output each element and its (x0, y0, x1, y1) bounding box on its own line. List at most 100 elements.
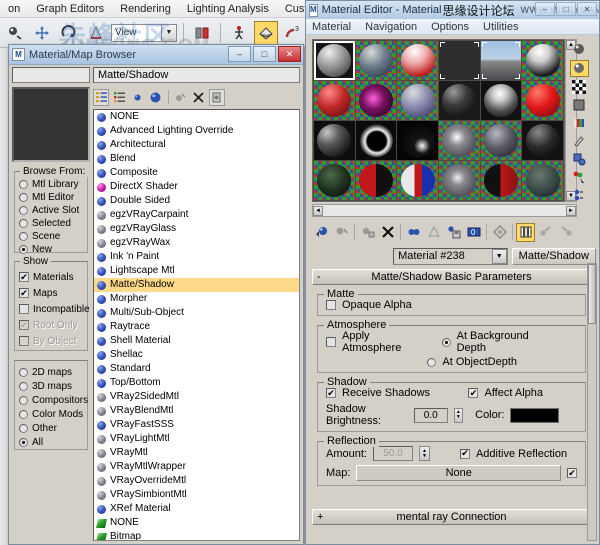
maximize-button[interactable]: □ (556, 2, 576, 16)
menu-item-options[interactable]: Options (431, 21, 469, 33)
large-icons-icon[interactable] (147, 89, 163, 106)
browse-from-option-active-slot[interactable]: Active Slot (15, 204, 87, 217)
list-item[interactable]: Double Sided (94, 194, 299, 208)
sample-slot[interactable] (355, 41, 397, 80)
browser-title-bar[interactable]: M Material/Map Browser – □ ✕ (9, 45, 303, 65)
show-end-result-icon[interactable] (516, 222, 535, 242)
assign-material-to-selection-icon[interactable] (358, 223, 377, 242)
video-color-check-icon[interactable] (570, 115, 589, 131)
browse-from-option-selected[interactable]: Selected (15, 217, 87, 230)
select-and-manipulate-icon[interactable] (227, 21, 251, 45)
update-scene-materials-icon[interactable] (173, 89, 189, 106)
show-check-incompatible[interactable]: Incompatible (15, 301, 90, 317)
browser-selected-name-field[interactable]: Matte/Shadow (93, 67, 300, 83)
checkbox-icon[interactable]: ✔ (326, 388, 336, 398)
list-item[interactable]: Lightscape Mtl (94, 264, 299, 278)
rollout-header[interactable]: - Matte/Shadow Basic Parameters (312, 269, 591, 285)
sample-slot[interactable] (439, 121, 480, 160)
list-item[interactable]: egzVRayCarpaint (94, 208, 299, 222)
menu-item-material[interactable]: Material (312, 21, 351, 33)
angle-snap-icon[interactable]: 3 (281, 21, 305, 45)
small-icons-icon[interactable] (129, 89, 145, 106)
go-to-parent-icon[interactable] (536, 223, 555, 242)
browse-from-option-scene[interactable]: Scene (15, 230, 87, 243)
sample-slot[interactable] (355, 121, 397, 160)
sample-slot[interactable] (439, 41, 480, 80)
list-item[interactable]: NONE (94, 516, 299, 530)
radio-icon[interactable] (427, 357, 437, 367)
select-and-move-icon[interactable] (30, 21, 54, 45)
sample-slot[interactable] (397, 41, 438, 80)
list-item[interactable]: NONE (94, 110, 299, 124)
list-item[interactable]: Standard (94, 362, 299, 376)
menu-item-rendering[interactable]: Rendering (112, 0, 179, 17)
list-view-icon[interactable] (93, 88, 110, 106)
shadow-brightness-input[interactable]: 0.0 (413, 407, 448, 423)
close-button[interactable]: ✕ (577, 2, 597, 16)
radio-icon[interactable] (19, 245, 28, 254)
material-name-combo[interactable]: Material #238 ▼ (393, 247, 508, 265)
list-item[interactable]: VRayLightMtl (94, 432, 299, 446)
map-filter-other[interactable]: Other (15, 421, 87, 435)
material-map-list[interactable]: NONE Advanced Lighting Override Architectu… (93, 109, 300, 541)
scroll-left-icon[interactable]: ◄ (313, 205, 323, 216)
chevron-down-icon[interactable]: ▼ (491, 248, 507, 264)
list-item[interactable]: Bitmap (94, 530, 299, 540)
sample-slot-grid[interactable] (312, 39, 565, 202)
editor-title-bar[interactable]: M Material Editor - Material 思缘设计论坛 WWW.… (306, 1, 599, 19)
menu-item-lighting-analysis[interactable]: Lighting Analysis (179, 0, 277, 17)
checkbox-icon[interactable]: ✔ (468, 388, 479, 398)
put-to-library-icon[interactable] (444, 223, 463, 242)
browser-search-input[interactable] (12, 67, 90, 83)
list-item[interactable]: VRayFastSSS (94, 418, 299, 432)
make-material-copy-icon[interactable] (404, 223, 423, 242)
material-type-button[interactable]: Matte/Shadow (511, 247, 596, 265)
map-filter-all[interactable]: All (15, 435, 87, 449)
close-button[interactable]: ✕ (278, 46, 301, 62)
sample-slot[interactable] (314, 161, 355, 200)
rollout-toggle-icon[interactable]: - (317, 271, 321, 283)
sample-slot[interactable] (355, 81, 397, 120)
list-item[interactable]: Ink 'n Paint (94, 250, 299, 264)
sample-uv-tiling-icon[interactable] (570, 97, 589, 113)
sample-slot[interactable] (439, 161, 480, 200)
editor-params-scrollbar[interactable] (587, 263, 597, 541)
list-item[interactable]: VRayBlendMtl (94, 404, 299, 418)
sample-slot[interactable] (522, 121, 563, 160)
reset-map-mtl-icon[interactable] (378, 223, 397, 242)
sample-slot[interactable] (480, 161, 522, 200)
sample-slot[interactable] (480, 121, 522, 160)
list-item[interactable]: Architectural (94, 138, 299, 152)
list-item[interactable]: Raytrace (94, 320, 299, 334)
list-item[interactable]: VRaySimbiontMtl (94, 488, 299, 502)
scrollbar-thumb[interactable] (588, 264, 596, 324)
radio-icon[interactable] (19, 409, 28, 419)
radio-icon[interactable] (19, 367, 28, 377)
select-and-rotate-icon[interactable] (57, 21, 81, 45)
radio-icon[interactable] (19, 219, 28, 228)
map-filter-compositors[interactable]: Compositors (15, 393, 88, 407)
radio-icon[interactable] (19, 395, 28, 405)
chevron-down-icon[interactable]: ▼ (161, 24, 176, 41)
spinner-stepper[interactable]: ▲ ▼ (418, 446, 430, 461)
menu-item-navigation[interactable]: Navigation (365, 21, 417, 33)
undo-icon[interactable] (3, 21, 27, 45)
checkbox-icon[interactable] (326, 337, 336, 347)
radio-icon[interactable] (441, 337, 451, 347)
show-check-maps[interactable]: ✔ Maps (15, 285, 87, 301)
sample-slots-horizontal-scrollbar[interactable]: ◄ ► (312, 204, 577, 217)
list-item[interactable]: Shellac (94, 348, 299, 362)
browse-from-option-new[interactable]: New (15, 243, 87, 256)
list-details-icon[interactable] (111, 89, 127, 106)
select-by-material-icon[interactable] (570, 169, 589, 185)
scroll-right-icon[interactable]: ► (566, 205, 576, 216)
minimize-button[interactable]: – (535, 2, 555, 16)
sample-slot[interactable] (522, 81, 563, 120)
list-item[interactable]: Blend (94, 152, 299, 166)
sample-slot[interactable] (355, 161, 397, 200)
sample-slot[interactable] (480, 81, 522, 120)
map-filter-3d-maps[interactable]: 3D maps (15, 379, 87, 393)
checkbox-icon[interactable] (19, 304, 29, 314)
list-item[interactable]: Top/Bottom (94, 376, 299, 390)
checkbox-icon[interactable]: ✔ (567, 468, 577, 478)
